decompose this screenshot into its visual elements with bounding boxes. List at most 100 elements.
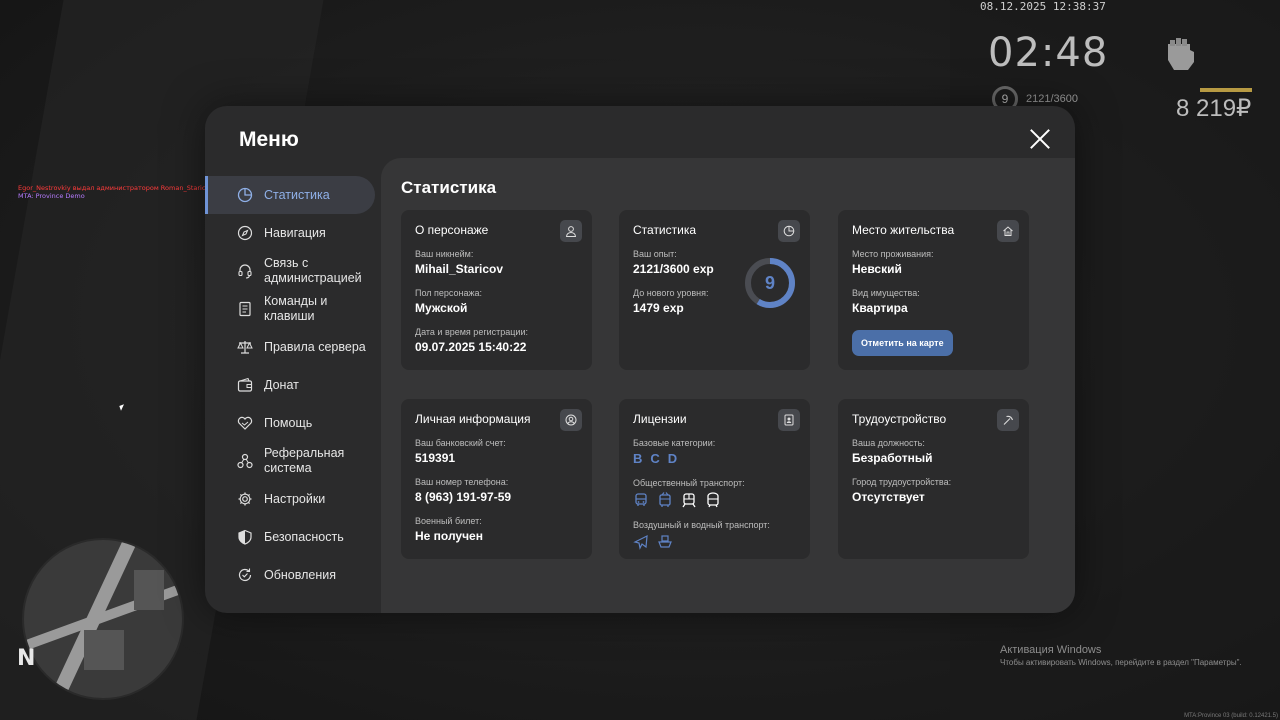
fist-icon [1168, 38, 1194, 70]
scales-icon [237, 341, 253, 354]
sidebar-item-label: Безопасность [264, 529, 344, 544]
mark-on-map-button[interactable]: Отметить на карте [852, 330, 953, 356]
sidebar-item-navigation[interactable]: Навигация [205, 214, 381, 252]
content-panel: Статистика О персонаже Ваш никнейм: Miha… [381, 158, 1075, 613]
air-water-transport-label: Воздушный и водный транспорт: [633, 520, 770, 530]
job-city-label: Город трудоустройства: [852, 477, 952, 487]
phone-label: Ваш номер телефона: [415, 477, 509, 487]
document-icon [239, 301, 251, 317]
chat-log: Egor_Nestrovkiy выдал администратором Ro… [18, 184, 236, 200]
minimap [22, 538, 184, 700]
card-statistics: Статистика Ваш опыт: 2121/3600 exp До но… [619, 210, 810, 370]
nickname-value: Mihail_Staricov [415, 262, 504, 276]
military-id-label: Военный билет: [415, 516, 482, 526]
sidebar-item-security[interactable]: Безопасность [205, 518, 381, 556]
activation-text: Чтобы активировать Windows, перейдите в … [1000, 658, 1242, 667]
user-icon [560, 220, 582, 242]
metro-icon [707, 492, 719, 508]
military-id-value: Не получен [415, 529, 483, 543]
sidebar-item-donate[interactable]: Донат [205, 366, 381, 404]
referral-icon [237, 453, 253, 469]
sidebar-item-label: Реферальная система [264, 446, 345, 475]
user-circle-icon [560, 409, 582, 431]
sidebar-item-label: Донат [264, 377, 299, 392]
windows-activation: Активация Windows Чтобы активировать Win… [1000, 644, 1242, 667]
id-card-icon [778, 409, 800, 431]
sidebar-item-label: Статистика [264, 187, 330, 202]
airplane-icon [633, 534, 648, 550]
level-number: 9 [765, 273, 775, 293]
trolleybus-icon [659, 492, 671, 507]
bank-account-label: Ваш банковский счет: [415, 438, 506, 448]
sidebar: Статистика Навигация Связь с администрац… [205, 176, 381, 594]
sidebar-item-label: Правила сервера [264, 339, 366, 354]
card-title: Трудоустройство [852, 412, 947, 426]
sidebar-item-support[interactable]: Связь с администрацией [205, 252, 381, 290]
hud-exp: 2121/3600 [1026, 93, 1078, 105]
card-title: Статистика [633, 223, 697, 237]
level-progress-ring: 9 [745, 258, 795, 308]
compass-icon [237, 225, 253, 241]
minimap-north-label: N [17, 646, 36, 671]
gender-value: Мужской [415, 301, 468, 315]
pie-chart-icon [778, 220, 800, 242]
hud-clock: 02:48 [988, 30, 1109, 76]
sidebar-item-label: Обновления [264, 567, 336, 582]
sidebar-item-commands[interactable]: Команды и клавиши [205, 290, 381, 328]
base-categories-label: Базовые категории: [633, 438, 716, 448]
chat-line: MTA: Province Demo [18, 192, 85, 200]
sidebar-item-label: Помощь [264, 415, 313, 430]
menu-title: Меню [239, 128, 299, 151]
sidebar-item-statistics[interactable]: Статистика [205, 176, 375, 214]
pickaxe-icon [997, 409, 1019, 431]
boat-icon [658, 535, 672, 548]
residence-place-label: Место проживания: [852, 249, 934, 259]
public-transport-label: Общественный транспорт: [633, 478, 745, 488]
wallet-icon [237, 377, 253, 392]
position-label: Ваша должность: [852, 438, 925, 448]
property-type-label: Вид имущества: [852, 288, 920, 298]
sidebar-item-settings[interactable]: Настройки [205, 480, 381, 518]
hud-health-bar [1200, 88, 1252, 92]
position-value: Безработный [852, 451, 933, 465]
registration-label: Дата и время регистрации: [415, 327, 528, 337]
sidebar-item-label: Навигация [264, 225, 326, 240]
residence-place-value: Невский [852, 262, 902, 276]
air-water-transport-icons [633, 534, 796, 550]
content-title: Статистика [401, 178, 497, 197]
nickname-label: Ваш никнейм: [415, 249, 474, 259]
gear-icon [238, 492, 252, 506]
headset-icon [238, 264, 252, 279]
bus-icon [635, 493, 647, 506]
card-title: О персонаже [415, 223, 489, 237]
build-info: MTA:Province 03 (build: 0.12421.5) [1184, 713, 1278, 719]
card-personal-info: Личная информация Ваш банковский счет: 5… [401, 399, 592, 559]
sidebar-item-updates[interactable]: Обновления [205, 556, 381, 594]
hud-money: 8 219₽ [1176, 95, 1252, 122]
sidebar-item-label: Команды и клавиши [264, 294, 328, 323]
close-button[interactable] [1029, 128, 1051, 150]
pie-chart-icon [237, 187, 253, 203]
sidebar-item-help[interactable]: Помощь [205, 404, 381, 442]
card-residence: Место жительства Место проживания: Невск… [838, 210, 1029, 370]
menu-window: Меню Статистика Навигация Связь с админи… [205, 106, 1075, 613]
chat-line: Egor_Nestrovkiy выдал администратором Ro… [18, 184, 236, 192]
license-category-b: B [633, 451, 643, 466]
bank-account-value: 519391 [415, 451, 456, 465]
heart-handshake-icon [237, 416, 253, 430]
public-transport-icons [633, 492, 796, 508]
activation-title: Активация Windows [1000, 644, 1102, 656]
tram-icon [682, 493, 696, 508]
card-title: Лицензии [633, 412, 687, 426]
card-licenses: Лицензии Базовые категории: B C D Общест… [619, 399, 810, 559]
card-character: О персонаже Ваш никнейм: Mihail_Staricov… [401, 210, 592, 370]
property-type-value: Квартира [852, 301, 908, 315]
card-title: Личная информация [415, 412, 531, 426]
sidebar-item-referral[interactable]: Реферальная система [205, 442, 381, 480]
sidebar-item-label: Связь с администрацией [264, 256, 362, 285]
card-title: Место жительства [852, 223, 955, 237]
phone-value: 8 (963) 191-97-59 [415, 490, 512, 504]
sidebar-item-rules[interactable]: Правила сервера [205, 328, 381, 366]
gender-label: Пол персонажа: [415, 288, 483, 298]
sidebar-item-label: Настройки [264, 491, 326, 506]
